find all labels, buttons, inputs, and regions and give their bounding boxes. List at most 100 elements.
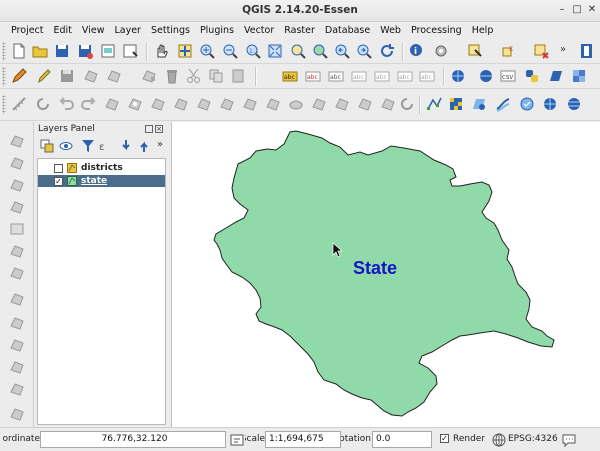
composer-manager-icon[interactable] (121, 42, 139, 60)
deselect-features-icon[interactable] (532, 42, 550, 60)
rotate-feature-icon[interactable] (34, 95, 52, 113)
undo-icon[interactable] (57, 95, 75, 113)
toolbar-overflow-icon[interactable]: » (560, 44, 566, 55)
layer-row-districts[interactable]: districts (38, 162, 165, 174)
move-feature-icon[interactable] (105, 67, 123, 85)
panel-float-button[interactable] (145, 125, 153, 133)
copy-features-icon[interactable] (207, 67, 225, 85)
panel-overflow-icon[interactable]: » (157, 139, 163, 150)
zoom-next-icon[interactable] (355, 42, 373, 60)
save-edits-icon[interactable] (58, 67, 76, 85)
delete-selected-icon[interactable] (163, 67, 181, 85)
rotate-label-icon[interactable]: abc (373, 67, 391, 85)
new-gpx-icon[interactable] (8, 314, 26, 332)
cut-features-icon[interactable] (185, 67, 203, 85)
toolbar-grip[interactable] (2, 95, 6, 114)
new-shapefile-icon[interactable] (8, 264, 26, 282)
new-project-icon[interactable] (10, 42, 28, 60)
menu-project[interactable]: Project (6, 25, 49, 36)
fill-ring-icon[interactable] (172, 95, 190, 113)
map-canvas[interactable]: State (171, 122, 600, 427)
zoom-full-icon[interactable] (266, 42, 284, 60)
close-button[interactable]: ✕ (585, 3, 599, 17)
menu-edit[interactable]: Edit (49, 25, 77, 36)
crs-status[interactable]: EPSG:4326 (508, 434, 558, 444)
add-oracle-layer-icon[interactable] (8, 405, 26, 423)
topology-checker-icon[interactable] (541, 95, 559, 113)
filter-legend-icon[interactable] (79, 137, 97, 155)
georeferencer-icon[interactable] (470, 95, 488, 113)
label-tool-icon[interactable]: abc (281, 67, 299, 85)
add-postgis-icon[interactable] (8, 198, 26, 216)
new-memory-layer-icon[interactable] (8, 358, 26, 376)
select-by-expression-icon[interactable]: ε (500, 42, 518, 60)
print-composer-icon[interactable] (99, 42, 117, 60)
redo-icon[interactable] (80, 95, 98, 113)
new-temp-layer-icon[interactable] (8, 336, 26, 354)
panel-close-button[interactable]: × (155, 125, 163, 133)
pin-labels-icon[interactable]: abc (304, 67, 322, 85)
menu-layer[interactable]: Layer (109, 25, 146, 36)
add-vector-layer-icon[interactable] (547, 67, 565, 85)
toolbar-grip[interactable] (2, 67, 6, 86)
scale-field[interactable]: 1:1,694,675 (265, 431, 341, 448)
python-console-icon[interactable] (578, 42, 596, 60)
add-virtual-layer-icon[interactable] (8, 242, 26, 260)
change-label-icon[interactable]: abc (396, 67, 414, 85)
highlight-labels-icon[interactable]: abc (327, 67, 345, 85)
rotate-point-symbols-icon[interactable] (379, 95, 397, 113)
identify-features-icon[interactable]: i (408, 42, 426, 60)
split-parts-icon[interactable] (310, 95, 328, 113)
new-spatialite-icon[interactable] (8, 290, 26, 308)
layer-visibility-checkbox[interactable] (54, 163, 63, 173)
paste-features-icon[interactable] (229, 67, 247, 85)
add-csv-layer-icon[interactable]: CSV (499, 67, 517, 85)
maximize-button[interactable]: □ (570, 3, 584, 17)
render-checkbox[interactable]: ✓ (440, 434, 449, 443)
zoom-out-icon[interactable] (221, 42, 239, 60)
rotation-field[interactable]: 0.0 (372, 431, 432, 448)
open-project-icon[interactable] (31, 42, 49, 60)
zoom-to-layer-icon[interactable] (311, 42, 329, 60)
messages-icon[interactable] (560, 431, 578, 449)
heatmap-icon[interactable] (518, 95, 536, 113)
add-ring-icon[interactable] (126, 95, 144, 113)
menu-processing[interactable]: Processing (406, 25, 467, 36)
pan-to-selection-icon[interactable] (176, 42, 194, 60)
menu-view[interactable]: View (77, 25, 110, 36)
expand-all-icon[interactable] (117, 137, 135, 155)
simplify-feature-icon[interactable] (103, 95, 121, 113)
menu-vector[interactable]: Vector (239, 25, 279, 36)
add-raster-layer-icon[interactable] (570, 67, 588, 85)
menu-help[interactable]: Help (467, 25, 499, 36)
action-gear-icon[interactable] (432, 42, 450, 60)
crs-globe-icon[interactable] (490, 431, 508, 449)
zoom-last-icon[interactable] (333, 42, 351, 60)
pan-map-icon[interactable] (152, 42, 170, 60)
zoom-in-icon[interactable] (198, 42, 216, 60)
add-vector-icon[interactable] (8, 132, 26, 150)
add-part-icon[interactable] (149, 95, 167, 113)
show-hide-labels-icon[interactable]: abc (418, 67, 436, 85)
toolbar-grip[interactable] (2, 42, 6, 61)
layer-visibility-checkbox[interactable]: ✓ (54, 176, 63, 186)
grid-raster-icon[interactable] (447, 95, 465, 113)
save-as-icon[interactable] (76, 42, 94, 60)
split-features-icon[interactable] (287, 95, 305, 113)
zoom-native-icon[interactable]: 1:1 (244, 42, 262, 60)
menu-plugins[interactable]: Plugins (195, 25, 239, 36)
measure-line-icon[interactable] (10, 95, 28, 113)
interpolation-icon[interactable] (494, 95, 512, 113)
collapse-all-icon[interactable] (135, 137, 153, 155)
move-label-icon[interactable]: abc (350, 67, 368, 85)
delete-part-icon[interactable] (218, 95, 236, 113)
add-wms-layer-icon[interactable] (449, 67, 467, 85)
python-plugin-icon[interactable] (523, 67, 541, 85)
delete-ring-icon[interactable] (195, 95, 213, 113)
add-raster-icon[interactable] (8, 154, 26, 172)
add-delimited-text-icon[interactable] (8, 220, 26, 238)
coordinate-field[interactable]: 76.776,32.120 (40, 431, 226, 448)
node-tool-icon[interactable] (140, 67, 158, 85)
offset-curve-icon[interactable] (264, 95, 282, 113)
current-edits-icon[interactable] (10, 67, 28, 85)
